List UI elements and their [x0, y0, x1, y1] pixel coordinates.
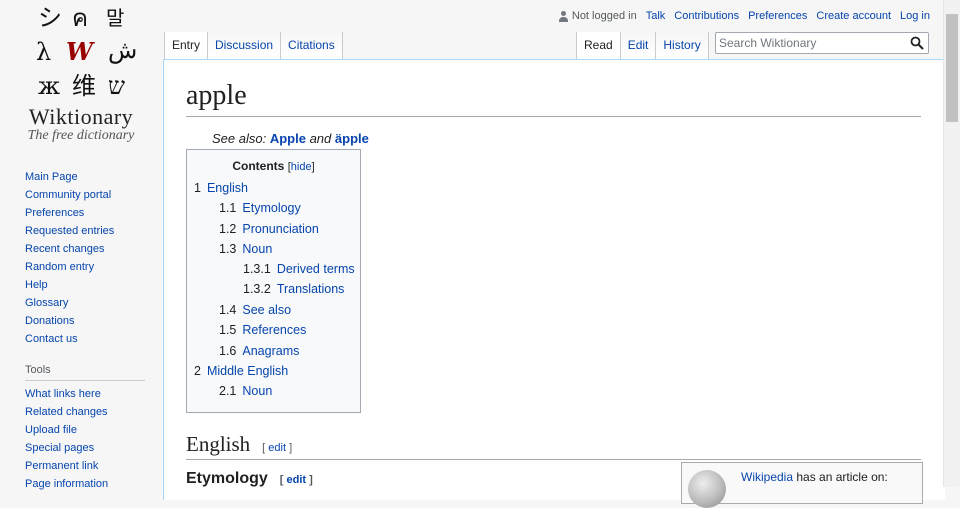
content-area: apple See also: Apple and äpple Contents… — [163, 59, 945, 508]
sidebar-item-related-changes[interactable]: Related changes — [25, 406, 108, 418]
talk-link[interactable]: Talk — [646, 10, 666, 22]
sidebar-item-recent-changes[interactable]: Recent changes — [25, 243, 105, 255]
toc-link[interactable]: See also — [242, 303, 291, 317]
sidebar-item-donations[interactable]: Donations — [25, 315, 75, 327]
toc-link[interactable]: Pronunciation — [242, 222, 318, 236]
sidebar-item-permanent-link[interactable]: Permanent link — [25, 460, 98, 472]
sidebar-item-preferences[interactable]: Preferences — [25, 207, 84, 219]
search-box — [715, 32, 929, 54]
sidebar-item-contact-us[interactable]: Contact us — [25, 333, 78, 345]
table-of-contents: Contents [hide] 1 English 1.1 Etymology 1.… — [186, 149, 361, 413]
search-input[interactable] — [716, 33, 899, 53]
contributions-link[interactable]: Contributions — [674, 10, 739, 22]
logo-glyph: ค — [72, 4, 89, 32]
preferences-link[interactable]: Preferences — [748, 10, 807, 22]
sidebar-item-requested-entries[interactable]: Requested entries — [25, 225, 114, 237]
edit-section-link[interactable]: edit — [268, 442, 286, 454]
search-icon[interactable] — [910, 36, 924, 50]
sidebar-item-upload-file[interactable]: Upload file — [25, 424, 77, 436]
wikipedia-box-text: Wikipedia has an article on: — [741, 470, 888, 484]
tab-read[interactable]: Read — [577, 32, 621, 59]
section-title: English — [186, 432, 251, 456]
toc-heading: Contents — [232, 159, 285, 173]
logo-glyph: 말 — [106, 6, 125, 30]
see-also-and: and — [309, 131, 332, 146]
edit-section-link[interactable]: edit — [287, 474, 307, 486]
scrollbar-thumb[interactable] — [946, 14, 958, 122]
logo-glyph: シ — [38, 4, 62, 32]
sidebar-tools-heading[interactable]: Tools — [25, 364, 145, 381]
see-also-link-apple-capital[interactable]: Apple — [270, 131, 306, 146]
create-account-link[interactable]: Create account — [816, 10, 891, 22]
toc-link[interactable]: Translations — [277, 282, 345, 296]
tab-citations[interactable]: Citations — [281, 32, 343, 59]
logo-glyph: ж — [38, 72, 61, 100]
toc-link[interactable]: Middle English — [207, 364, 288, 378]
toc-link[interactable]: Derived terms — [277, 262, 355, 276]
sidebar-item-page-information[interactable]: Page information — [25, 478, 108, 490]
toc-entry[interactable]: 1.5 References — [219, 323, 306, 337]
vertical-scrollbar[interactable] — [943, 0, 960, 487]
sidebar-item-community-portal[interactable]: Community portal — [25, 189, 111, 201]
not-logged-in: Not logged in — [558, 10, 637, 22]
see-also-note: See also: Apple and äpple — [212, 131, 369, 146]
sidebar-item-help[interactable]: Help — [25, 279, 48, 291]
toc-link[interactable]: Anagrams — [242, 344, 299, 358]
sidebar: Main Page Community portal Preferences R… — [0, 168, 162, 493]
toc-entry[interactable]: 1 English — [194, 181, 248, 195]
tab-discussion[interactable]: Discussion — [208, 32, 282, 59]
logo-wordmark: Wiktionary — [28, 104, 134, 129]
logo-glyph: 维 — [72, 72, 96, 100]
toc-entry[interactable]: 1.3.2 Translations — [243, 282, 344, 296]
toc-link[interactable]: Noun — [242, 384, 272, 398]
toc-entry[interactable]: 1.6 Anagrams — [219, 344, 299, 358]
logo-glyph: ش — [108, 36, 138, 64]
toc-title: Contents [hide] — [232, 159, 315, 173]
sidebar-item-main-page[interactable]: Main Page — [25, 171, 78, 183]
wikipedia-sister-box: Wikipedia has an article on: — [681, 462, 923, 508]
toc-entry[interactable]: 1.3.1 Derived terms — [243, 262, 355, 276]
sidebar-item-special-pages[interactable]: Special pages — [25, 442, 94, 454]
logo-glyph: W — [66, 37, 93, 66]
tab-history[interactable]: History — [656, 32, 709, 59]
section-heading-english: English[ edit ] — [186, 432, 921, 460]
toc-hide-link[interactable]: hide — [291, 161, 312, 173]
sidebar-tools: What links here Related changes Upload f… — [0, 385, 162, 493]
sidebar-item-what-links-here[interactable]: What links here — [25, 388, 101, 400]
toc-entry[interactable]: 1.1 Etymology — [219, 201, 301, 215]
log-in-link[interactable]: Log in — [900, 10, 930, 22]
wiktionary-logo[interactable]: シ ค 말 λ W ش ж 维 ש Wiktionary The free di… — [0, 0, 162, 160]
sidebar-navigation: Main Page Community portal Preferences R… — [0, 168, 162, 348]
toc-link[interactable]: Noun — [242, 242, 272, 256]
wikipedia-box-caption: has an article on: — [796, 470, 888, 484]
sidebar-item-random-entry[interactable]: Random entry — [25, 261, 94, 273]
toc-entry[interactable]: 1.3 Noun — [219, 242, 272, 256]
logo-glyph: λ — [36, 38, 52, 66]
toc-entry[interactable]: 1.2 Pronunciation — [219, 222, 319, 236]
toc-entry[interactable]: 1.4 See also — [219, 303, 291, 317]
toc-link[interactable]: English — [207, 181, 248, 195]
namespace-tabs: Entry Discussion Citations — [164, 32, 343, 59]
page-title: apple — [186, 78, 921, 117]
toc-entry[interactable]: 2 Middle English — [194, 364, 288, 378]
tab-entry[interactable]: Entry — [165, 32, 209, 59]
logo-glyphs: シ ค 말 λ W ش ж 维 ש — [32, 4, 137, 104]
logo-tagline: The free dictionary — [27, 128, 135, 143]
section-title: Etymology — [186, 470, 268, 487]
tab-edit[interactable]: Edit — [620, 32, 657, 59]
toc-link[interactable]: References — [242, 323, 306, 337]
logo-glyph: ש — [108, 72, 125, 100]
see-also-link-apple-umlaut[interactable]: äpple — [335, 131, 369, 146]
wikipedia-link[interactable]: Wikipedia — [741, 470, 793, 484]
wikipedia-globe-icon — [688, 470, 726, 508]
see-also-prefix: See also: — [212, 131, 267, 146]
toc-entry[interactable]: 2.1 Noun — [219, 384, 272, 398]
user-icon — [558, 10, 568, 22]
toc-link[interactable]: Etymology — [242, 201, 300, 215]
personal-tools: Not logged in Talk Contributions Prefere… — [558, 10, 930, 22]
not-logged-in-label: Not logged in — [571, 10, 637, 22]
sidebar-item-glossary[interactable]: Glossary — [25, 297, 68, 309]
view-tabs: Read Edit History — [576, 32, 709, 59]
